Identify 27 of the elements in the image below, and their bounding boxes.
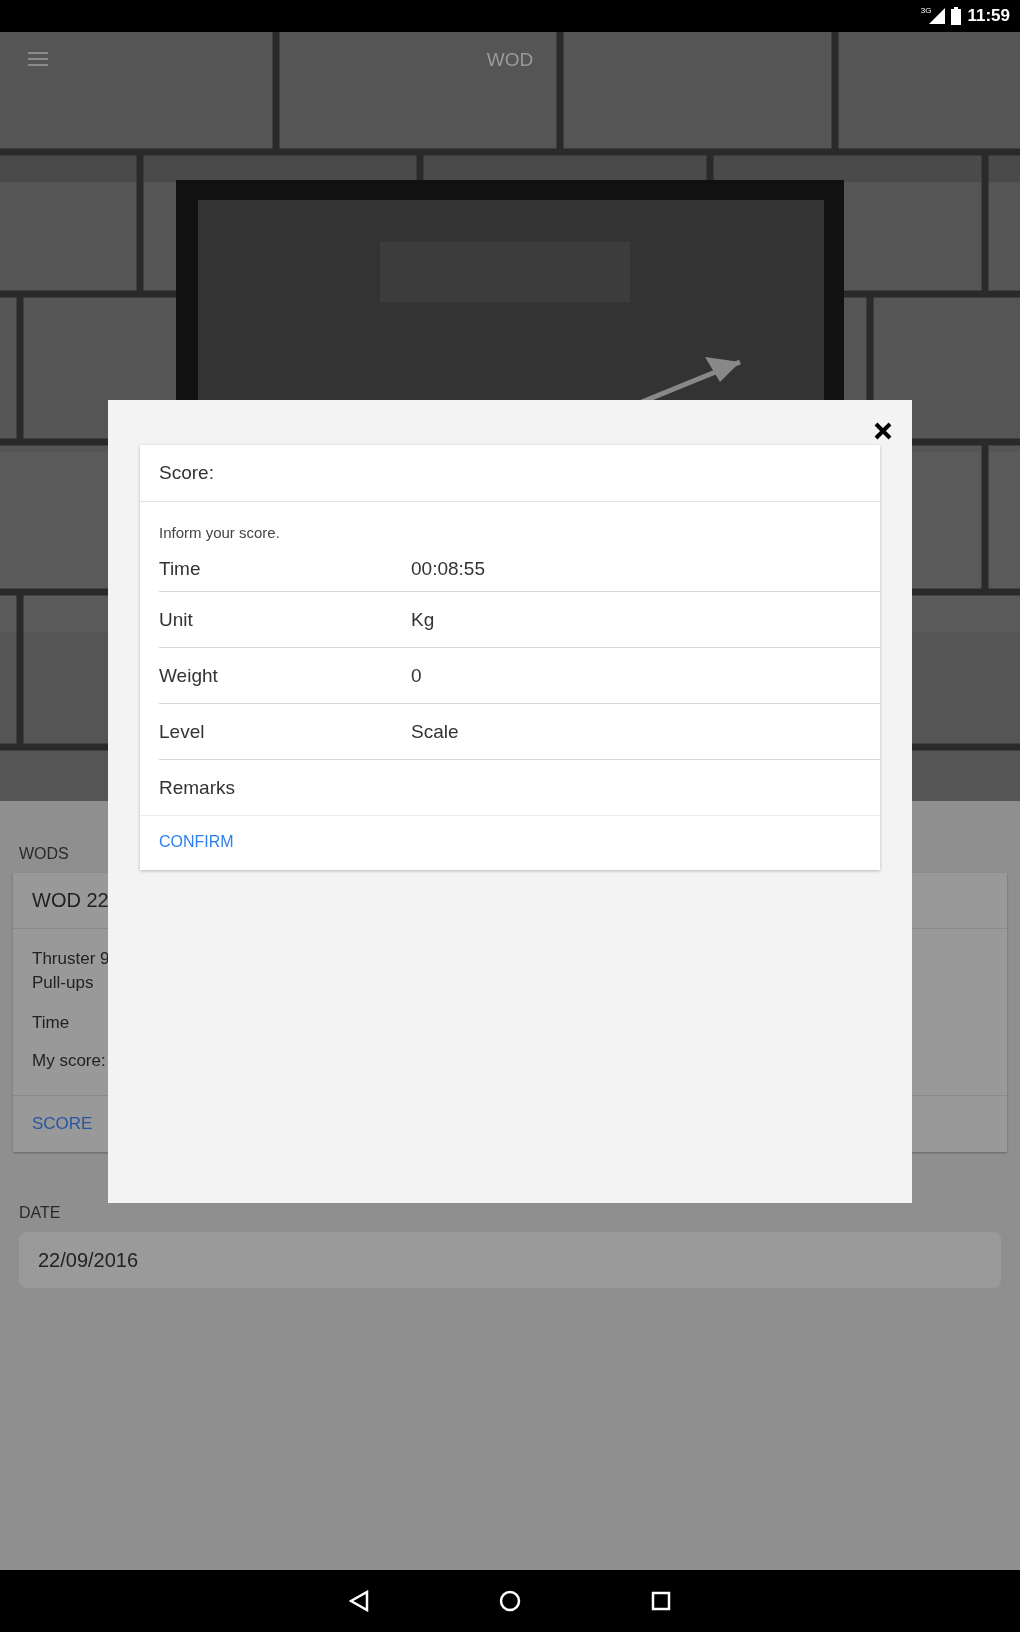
dialog-title: Score:	[140, 445, 880, 502]
close-icon[interactable]	[874, 422, 892, 440]
clock: 11:59	[967, 6, 1010, 26]
hint-text: Inform your score.	[159, 524, 281, 541]
field-label: Unit	[159, 608, 194, 631]
field-label: Time	[159, 558, 202, 580]
score-type: Time	[32, 1013, 71, 1033]
field-value[interactable]: 00:08:55	[411, 558, 880, 580]
back-icon[interactable]	[349, 1590, 369, 1612]
confirm-button[interactable]: CONFIRM	[140, 816, 253, 870]
app-title: WOD	[486, 49, 534, 71]
network-label: 3G	[920, 6, 932, 15]
date-field[interactable]: 22/09/2016	[19, 1232, 1001, 1288]
signal-icon	[929, 8, 946, 24]
recents-icon[interactable]	[651, 1591, 671, 1611]
field-value[interactable]: 0	[411, 664, 880, 687]
field-label: Weight	[159, 664, 219, 687]
field-label: Remarks	[159, 776, 236, 799]
my-score: My score:	[32, 1051, 107, 1071]
exercise-text: Pull-ups	[32, 972, 95, 994]
field-value[interactable]: Scale	[411, 720, 880, 743]
battery-icon	[951, 7, 962, 25]
section-label: DATE	[19, 1204, 61, 1222]
home-icon[interactable]	[499, 1590, 521, 1612]
field-value[interactable]: Kg	[411, 608, 880, 631]
section-label: WODS	[19, 845, 69, 863]
field-label: Level	[159, 720, 206, 743]
